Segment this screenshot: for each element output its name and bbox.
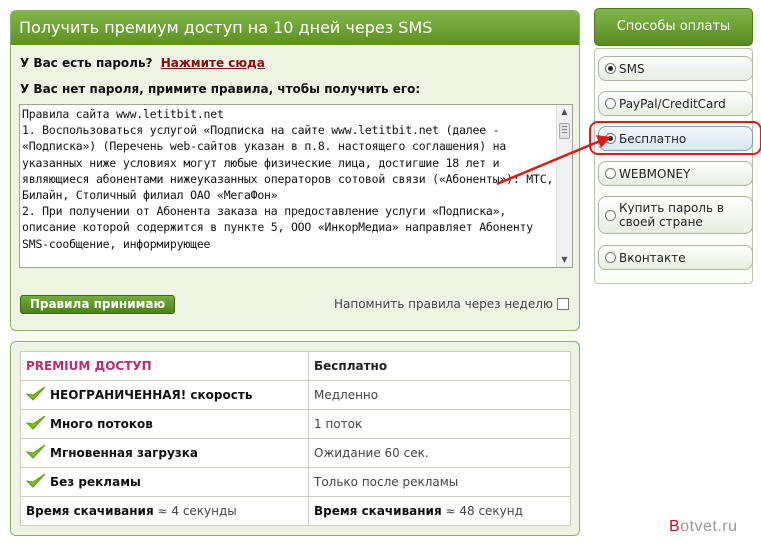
check-icon [25, 415, 48, 434]
scroll-up-icon[interactable]: ▲ [557, 105, 572, 119]
download-time-row: Время скачивания ≈ 4 секунды Время скачи… [20, 496, 571, 526]
table-row: Без рекламы Только после рекламы [20, 467, 571, 497]
free-feature: Медленно [308, 380, 571, 410]
payment-option-paypal[interactable]: PayPal/CreditCard [598, 91, 753, 116]
accept-rules-button[interactable]: Правила принимаю [20, 295, 175, 314]
table-row: НЕОГРАНИЧЕННАЯ! скорость Медленно [20, 380, 571, 410]
watermark-logo: Botvet.ru [669, 518, 738, 535]
download-time-label: Время скачивания [26, 504, 154, 518]
remind-rules-option[interactable]: Напомнить правила через неделю [334, 297, 569, 311]
check-icon [25, 473, 48, 492]
rules-scrollbar[interactable]: ▲ ▼ [556, 105, 572, 267]
payment-option-label: WEBMONEY [619, 166, 691, 181]
comparison-table: PREMIUM ДОСТУП Бесплатно НЕОГРАНИЧЕННАЯ!… [20, 351, 571, 526]
table-row: Мгновенная загрузка Ожидание 60 сек. [20, 438, 571, 468]
check-icon [25, 386, 48, 405]
payment-option-label: SMS [619, 61, 645, 76]
click-here-link[interactable]: Нажмите сюда [161, 56, 265, 70]
payment-option-webmoney[interactable]: WEBMONEY [598, 161, 753, 186]
payment-option-buy-password[interactable]: Купить пароль в своей стране [598, 196, 753, 234]
payment-option-label: PayPal/CreditCard [619, 96, 726, 111]
sms-panel-title: Получить премиум доступ на 10 дней через… [11, 11, 579, 45]
free-download-time: ≈ 48 секунд [445, 504, 523, 518]
scroll-thumb[interactable] [559, 123, 570, 139]
premium-download-time: ≈ 4 секунды [157, 504, 237, 518]
radio-icon[interactable] [605, 252, 616, 263]
payment-option-sms[interactable]: SMS [598, 56, 753, 81]
free-header: Бесплатно [308, 351, 571, 381]
free-feature: Ожидание 60 сек. [308, 438, 571, 468]
payment-option-vkontakte[interactable]: Вконтакте [598, 245, 753, 270]
scroll-down-icon[interactable]: ▼ [557, 253, 572, 267]
radio-icon[interactable] [605, 209, 616, 221]
premium-feature: НЕОГРАНИЧЕННАЯ! скорость [50, 387, 253, 402]
highlight-annotation [589, 121, 761, 155]
premium-feature: Много потоков [50, 416, 153, 431]
no-password-text: У Вас нет пароля, примите правила, чтобы… [20, 82, 421, 96]
have-password-line: У Вас есть пароль? Нажмите сюда [20, 56, 265, 70]
payment-option-label: Купить пароль в своей стране [619, 201, 724, 229]
check-icon [25, 444, 48, 463]
premium-feature: Без рекламы [50, 474, 141, 489]
free-feature: Только после рекламы [308, 467, 571, 497]
rules-textarea[interactable]: Правила сайта www.letitbit.net 1. Воспол… [19, 104, 573, 268]
sms-premium-panel: Получить премиум доступ на 10 дней через… [10, 10, 580, 331]
table-row: Много потоков 1 поток [20, 409, 571, 439]
free-feature: 1 поток [308, 409, 571, 439]
have-password-text: У Вас есть пароль? [20, 56, 153, 70]
download-time-label: Время скачивания [314, 504, 442, 518]
comparison-panel: PREMIUM ДОСТУП Бесплатно НЕОГРАНИЧЕННАЯ!… [10, 341, 580, 536]
table-header-row: PREMIUM ДОСТУП Бесплатно [20, 351, 571, 381]
remind-rules-label: Напомнить правила через неделю [333, 297, 553, 311]
payment-option-label: Вконтакте [619, 250, 686, 265]
radio-icon[interactable] [605, 98, 616, 109]
premium-header: PREMIUM ДОСТУП [20, 351, 309, 381]
radio-icon[interactable] [605, 63, 616, 74]
remind-rules-checkbox[interactable] [557, 298, 569, 310]
payment-methods-header: Способы оплаты [594, 8, 753, 46]
sms-panel-body: У Вас есть пароль? Нажмите сюда У Вас не… [12, 46, 578, 329]
radio-icon[interactable] [605, 168, 616, 179]
rules-text: Правила сайта www.letitbit.net 1. Воспол… [22, 107, 554, 251]
premium-feature: Мгновенная загрузка [50, 445, 199, 460]
